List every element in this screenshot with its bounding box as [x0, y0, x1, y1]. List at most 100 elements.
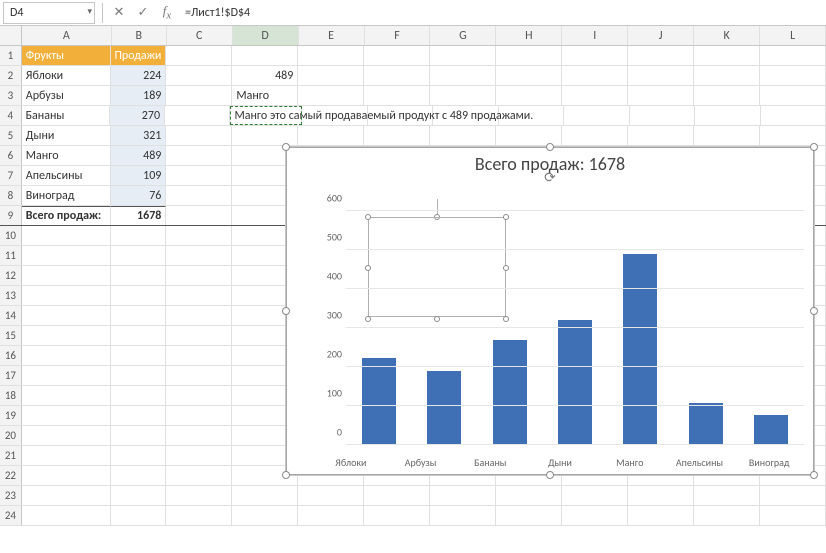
- row-header-24[interactable]: 24: [0, 506, 22, 525]
- spreadsheet-grid[interactable]: A B C D E F G H I J K L 1 Фрукты Продажи…: [0, 26, 826, 526]
- cell-d1[interactable]: [232, 46, 298, 65]
- bar-rect[interactable]: [427, 371, 461, 445]
- fx-button[interactable]: fx: [155, 2, 179, 24]
- cell-a3[interactable]: Арбузы: [22, 86, 111, 105]
- bar-Яблоки[interactable]: [346, 211, 411, 445]
- row-header-15[interactable]: 15: [0, 326, 22, 345]
- resize-handle-sw[interactable]: [282, 471, 290, 479]
- bar-Арбузы[interactable]: [411, 211, 476, 445]
- y-tick-label: 500: [327, 231, 342, 244]
- cell-b5[interactable]: 321: [111, 126, 166, 145]
- row-header-13[interactable]: 13: [0, 286, 22, 305]
- bar-rect[interactable]: [754, 415, 788, 445]
- cell-a1[interactable]: Фрукты: [22, 46, 111, 65]
- cell-a8[interactable]: Виноград: [22, 186, 111, 205]
- row-header-23[interactable]: 23: [0, 486, 22, 505]
- row-1: 1 Фрукты Продажи: [0, 46, 826, 66]
- row-header-10[interactable]: 10: [0, 226, 22, 245]
- col-header-d[interactable]: D: [233, 26, 299, 45]
- bar-rect[interactable]: [493, 340, 527, 445]
- row-5: 5 Дыни 321: [0, 126, 826, 146]
- row-header-17[interactable]: 17: [0, 366, 22, 385]
- row-header-5[interactable]: 5: [0, 126, 22, 145]
- resize-handle-s[interactable]: [546, 471, 554, 479]
- cell-b8[interactable]: 76: [111, 186, 166, 205]
- row-header-9[interactable]: 9: [0, 206, 22, 225]
- col-header-c[interactable]: C: [167, 26, 233, 45]
- row-header-18[interactable]: 18: [0, 386, 22, 405]
- cell-b9[interactable]: 1678: [111, 206, 166, 225]
- cancel-button[interactable]: ✕: [107, 2, 131, 24]
- rotate-icon[interactable]: ⟳: [544, 169, 556, 186]
- row-header-12[interactable]: 12: [0, 266, 22, 285]
- bar-rect[interactable]: [689, 403, 723, 446]
- enter-button[interactable]: ✓: [131, 2, 155, 24]
- row-header-4[interactable]: 4: [0, 106, 22, 125]
- x-axis-labels: ЯблокиАрбузыБананыДыниМангоАпельсиныВино…: [316, 456, 804, 469]
- row-23: 23: [0, 486, 826, 506]
- resize-handle-ne[interactable]: [810, 143, 818, 151]
- cell-b1[interactable]: Продажи: [111, 46, 166, 65]
- col-header-i[interactable]: I: [562, 26, 628, 45]
- resize-handle-se[interactable]: [810, 471, 818, 479]
- col-header-b[interactable]: B: [112, 26, 167, 45]
- bar-Дыни[interactable]: [542, 211, 607, 445]
- row-header-21[interactable]: 21: [0, 446, 22, 465]
- row-header-11[interactable]: 11: [0, 246, 22, 265]
- row-header-19[interactable]: 19: [0, 406, 22, 425]
- col-header-e[interactable]: E: [299, 26, 365, 45]
- dropdown-icon[interactable]: ▾: [87, 6, 92, 17]
- row-header-16[interactable]: 16: [0, 346, 22, 365]
- cell-d2[interactable]: 489: [232, 66, 298, 85]
- cell-a9[interactable]: Всего продаж:: [22, 206, 111, 225]
- resize-handle-nw[interactable]: [282, 143, 290, 151]
- cell-b2[interactable]: 224: [111, 66, 166, 85]
- col-header-g[interactable]: G: [430, 26, 496, 45]
- bar-Манго[interactable]: [608, 211, 673, 445]
- cell-b4[interactable]: 270: [110, 106, 165, 125]
- col-header-a[interactable]: A: [22, 26, 112, 45]
- column-headers: A B C D E F G H I J K L: [0, 26, 826, 46]
- cell-c1[interactable]: [166, 46, 232, 65]
- row-2: 2 Яблоки 224 489: [0, 66, 826, 86]
- chart-object[interactable]: Всего продаж: 1678 ⟳ 0100200300400500600: [285, 146, 815, 476]
- cell-b7[interactable]: 109: [111, 166, 166, 185]
- row-header-1[interactable]: 1: [0, 46, 22, 65]
- formula-input[interactable]: =Лист1!$D$4: [179, 6, 826, 20]
- cell-a6[interactable]: Манго: [22, 146, 111, 165]
- bar-Виноград[interactable]: [739, 211, 804, 445]
- col-header-k[interactable]: K: [694, 26, 760, 45]
- col-header-j[interactable]: J: [628, 26, 694, 45]
- bar-Бананы[interactable]: [477, 211, 542, 445]
- row-header-22[interactable]: 22: [0, 466, 22, 485]
- x-tick-label: Манго: [595, 456, 665, 469]
- cell-a5[interactable]: Дыни: [22, 126, 111, 145]
- resize-handle-e[interactable]: [810, 307, 818, 315]
- row-header-2[interactable]: 2: [0, 66, 22, 85]
- row-header-8[interactable]: 8: [0, 186, 22, 205]
- bar-rect[interactable]: [558, 320, 592, 445]
- formula-text: =Лист1!$D$4: [185, 6, 250, 20]
- bar-rect[interactable]: [623, 254, 657, 445]
- bar-Апельсины[interactable]: [673, 211, 738, 445]
- row-header-7[interactable]: 7: [0, 166, 22, 185]
- row-header-3[interactable]: 3: [0, 86, 22, 105]
- cell-a4[interactable]: Бананы: [22, 106, 111, 125]
- col-header-f[interactable]: F: [365, 26, 431, 45]
- col-header-h[interactable]: H: [496, 26, 562, 45]
- row-header-14[interactable]: 14: [0, 306, 22, 325]
- resize-handle-w[interactable]: [282, 307, 290, 315]
- row-header-20[interactable]: 20: [0, 426, 22, 445]
- cell-d3[interactable]: Манго: [232, 86, 298, 105]
- cell-d4[interactable]: Манго это самый продаваемый продукт с 48…: [230, 106, 302, 125]
- row-header-6[interactable]: 6: [0, 146, 22, 165]
- cell-b3[interactable]: 189: [111, 86, 166, 105]
- resize-handle-n[interactable]: [546, 143, 554, 151]
- bar-rect[interactable]: [362, 358, 396, 445]
- select-all-corner[interactable]: [0, 26, 22, 45]
- cell-b6[interactable]: 489: [111, 146, 166, 165]
- cell-a7[interactable]: Апельсины: [22, 166, 111, 185]
- cell-a2[interactable]: Яблоки: [22, 66, 111, 85]
- col-header-l[interactable]: L: [760, 26, 826, 45]
- name-box[interactable]: D4 ▾: [3, 2, 95, 24]
